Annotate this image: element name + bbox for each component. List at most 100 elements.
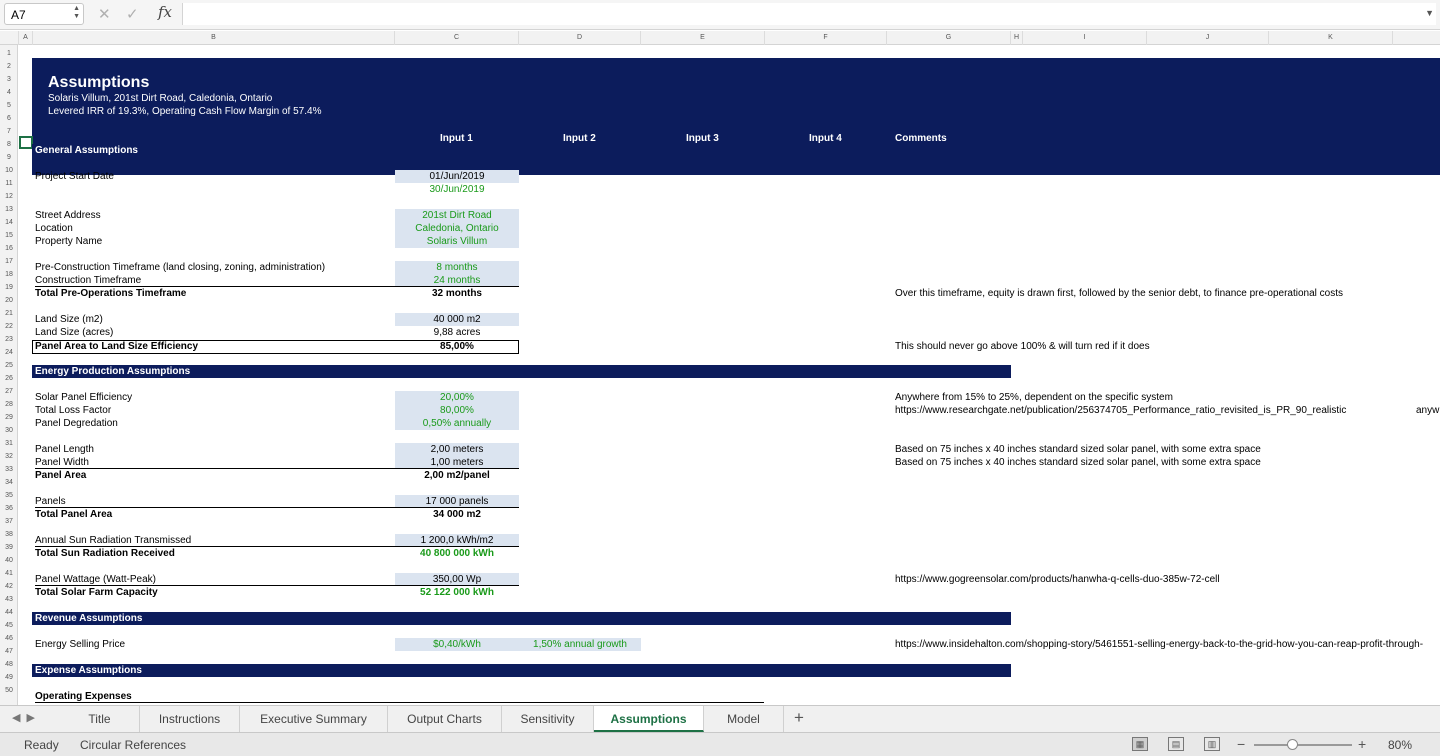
row-header[interactable]: 19 (0, 281, 18, 294)
row-header[interactable]: 39 (0, 541, 18, 554)
normal-view-icon[interactable]: ▦ (1132, 737, 1148, 751)
selected-cell-a7[interactable] (19, 136, 33, 149)
tab-scroll-arrows-icon[interactable]: ◀▶ (12, 711, 41, 724)
row-header[interactable]: 22 (0, 320, 18, 333)
price-growth-input[interactable]: 1,50% annual growth (519, 638, 641, 651)
panel-wattage-comment-link[interactable]: https://www.gogreensolar.com/products/ha… (895, 573, 1220, 586)
zoom-in-icon[interactable]: + (1358, 736, 1366, 752)
row-header[interactable]: 5 (0, 99, 18, 112)
row-header[interactable]: 10 (0, 164, 18, 177)
zoom-out-icon[interactable]: − (1237, 736, 1245, 752)
row-header[interactable]: 4 (0, 86, 18, 99)
row-header[interactable]: 48 (0, 658, 18, 671)
column-header-d[interactable]: D (519, 31, 641, 45)
solar-efficiency-input[interactable]: 20,00% (395, 391, 519, 404)
row-header[interactable]: 26 (0, 372, 18, 385)
column-header-a[interactable]: A (19, 31, 33, 45)
row-header[interactable]: 2 (0, 60, 18, 73)
row-header[interactable]: 37 (0, 515, 18, 528)
column-header-h[interactable]: H (1011, 31, 1023, 45)
confirm-icon[interactable]: ✓ (126, 5, 139, 23)
zoom-slider-handle[interactable] (1287, 739, 1298, 750)
construction-timeframe-input[interactable]: 24 months (395, 274, 519, 287)
row-header[interactable]: 21 (0, 307, 18, 320)
row-header[interactable]: 17 (0, 255, 18, 268)
column-header-b[interactable]: B (33, 31, 395, 45)
row-header[interactable]: 13 (0, 203, 18, 216)
cancel-icon[interactable]: ✕ (98, 5, 111, 23)
row-header[interactable]: 29 (0, 411, 18, 424)
panel-width-input[interactable]: 1,00 meters (395, 456, 519, 469)
row-header[interactable]: 40 (0, 554, 18, 567)
energy-price-input[interactable]: $0,40/kWh (395, 638, 519, 651)
row-header[interactable]: 14 (0, 216, 18, 229)
row-header[interactable]: 24 (0, 346, 18, 359)
column-header-e[interactable]: E (641, 31, 765, 45)
location-input[interactable]: Caledonia, Ontario (395, 222, 519, 235)
row-header[interactable]: 45 (0, 619, 18, 632)
row-header[interactable]: 31 (0, 437, 18, 450)
row-header[interactable]: 32 (0, 450, 18, 463)
tab-assumptions[interactable]: Assumptions (594, 706, 704, 732)
row-header[interactable]: 49 (0, 671, 18, 684)
row-header[interactable]: 38 (0, 528, 18, 541)
loss-factor-comment-link[interactable]: https://www.researchgate.net/publication… (895, 404, 1346, 417)
tab-sensitivity[interactable]: Sensitivity (502, 706, 594, 732)
row-header[interactable]: 43 (0, 593, 18, 606)
row-header[interactable]: 30 (0, 424, 18, 437)
row-header[interactable]: 46 (0, 632, 18, 645)
row-header[interactable]: 7 (0, 125, 18, 138)
column-header-k[interactable]: K (1269, 31, 1393, 45)
column-header-i[interactable]: I (1023, 31, 1147, 45)
row-header[interactable]: 3 (0, 73, 18, 86)
panel-length-input[interactable]: 2,00 meters (395, 443, 519, 456)
tab-instructions[interactable]: Instructions (140, 706, 240, 732)
loss-factor-input[interactable]: 80,00% (395, 404, 519, 417)
row-header[interactable]: 42 (0, 580, 18, 593)
row-header[interactable]: 23 (0, 333, 18, 346)
panels-input[interactable]: 17 000 panels (395, 495, 519, 508)
zoom-slider[interactable] (1254, 744, 1352, 746)
street-address-input[interactable]: 201st Dirt Road (395, 209, 519, 222)
row-header[interactable]: 47 (0, 645, 18, 658)
column-header-g[interactable]: G (887, 31, 1011, 45)
tab-executive-summary[interactable]: Executive Summary (240, 706, 388, 732)
row-header[interactable]: 20 (0, 294, 18, 307)
row-header[interactable]: 28 (0, 398, 18, 411)
tab-model[interactable]: Model (704, 706, 784, 732)
project-start-input[interactable]: 01/Jun/2019 (395, 170, 519, 183)
energy-price-comment-link[interactable]: https://www.insidehalton.com/shopping-st… (895, 638, 1423, 651)
property-name-input[interactable]: Solaris Villum (395, 235, 519, 248)
row-header[interactable]: 25 (0, 359, 18, 372)
row-header[interactable]: 8 (0, 138, 18, 151)
row-header[interactable]: 18 (0, 268, 18, 281)
row-header[interactable]: 44 (0, 606, 18, 619)
tab-output-charts[interactable]: Output Charts (388, 706, 502, 732)
insert-function-icon[interactable]: fx (158, 3, 172, 21)
page-layout-view-icon[interactable]: ▤ (1168, 737, 1184, 751)
zoom-level[interactable]: 80% (1388, 738, 1412, 752)
row-header[interactable]: 33 (0, 463, 18, 476)
row-header[interactable]: 1 (0, 47, 18, 60)
formula-input[interactable] (182, 3, 1436, 25)
row-header[interactable]: 27 (0, 385, 18, 398)
sheet-grid[interactable]: Assumptions Solaris Villum, 201st Dirt R… (19, 45, 1440, 705)
column-header-f[interactable]: F (765, 31, 887, 45)
name-box[interactable]: A7 ▲ ▼ (4, 3, 84, 25)
row-header[interactable]: 36 (0, 502, 18, 515)
row-header[interactable]: 41 (0, 567, 18, 580)
row-header[interactable]: 9 (0, 151, 18, 164)
tab-title[interactable]: Title (60, 706, 140, 732)
panel-degradation-input[interactable]: 0,50% annually (395, 417, 519, 430)
formula-bar-expand-icon[interactable]: ▼ (1425, 8, 1434, 18)
add-sheet-icon[interactable]: + (794, 708, 804, 728)
row-header[interactable]: 6 (0, 112, 18, 125)
panel-wattage-input[interactable]: 350,00 Wp (395, 573, 519, 586)
page-break-view-icon[interactable]: ▥ (1204, 737, 1220, 751)
name-box-stepper-icon[interactable]: ▲ ▼ (73, 5, 80, 21)
row-header[interactable]: 16 (0, 242, 18, 255)
land-size-m2-input[interactable]: 40 000 m2 (395, 313, 519, 326)
sun-radiation-transmissed-input[interactable]: 1 200,0 kWh/m2 (395, 534, 519, 547)
row-header[interactable]: 35 (0, 489, 18, 502)
row-header[interactable]: 34 (0, 476, 18, 489)
